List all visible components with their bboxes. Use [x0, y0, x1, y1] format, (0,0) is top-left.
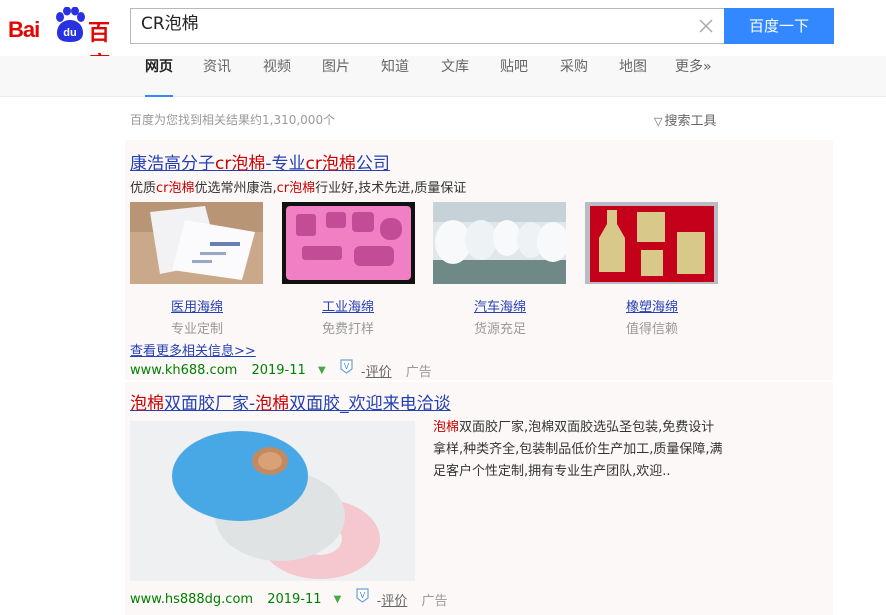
result2-meta: www.hs888dg.com 2019-11 ▼ V - 评价 广告 [130, 588, 448, 609]
thumb-medical-sponge[interactable] [130, 202, 263, 284]
thumb-sub-auto: 货源充足 [473, 322, 526, 337]
desc-text: 双面胶厂家,泡棉双面胶选弘圣包装,免费设计拿样,种类齐全,包装制品低价生产加工,… [433, 420, 723, 479]
tab-tieba[interactable]: 贴吧 [500, 56, 528, 97]
more-info-link[interactable]: 查看更多相关信息>> [130, 340, 256, 359]
rating-link[interactable]: - 评价 [377, 590, 408, 609]
result2-description: 泡棉双面胶厂家,泡棉双面胶选弘圣包装,免费设计拿样,种类齐全,包装制品低价生产加… [433, 417, 723, 483]
result1-title[interactable]: 康浩高分子cr泡棉-专业cr泡棉公司 [130, 149, 390, 174]
desc-text: 行业好,技术先进,质量保证 [315, 181, 467, 196]
title-text: 公司 [355, 154, 390, 174]
result-count: 百度为您找到相关结果约1,310,000个 [130, 113, 336, 127]
result2-title[interactable]: 泡棉双面胶厂家-泡棉双面胶_欢迎来电洽谈 [130, 389, 451, 414]
tab-video[interactable]: 视频 [263, 56, 291, 97]
funnel-icon: ▽ [654, 115, 663, 128]
thumb-label-medical[interactable]: 医用海绵 [152, 296, 242, 315]
thumb-industrial-sponge[interactable] [282, 202, 415, 284]
tab-news[interactable]: 资讯 [203, 56, 231, 97]
title-text: -专业 [265, 154, 306, 174]
result1-meta: www.kh688.com 2019-11 ▼ V - 评价 广告 [130, 359, 432, 380]
result-url[interactable]: www.kh688.com [130, 363, 237, 378]
desc-highlight: cr泡棉 [276, 181, 316, 196]
tab-wenku[interactable]: 文库 [441, 56, 469, 97]
thumb-auto-sponge[interactable] [433, 202, 566, 284]
tab-map[interactable]: 地图 [619, 56, 647, 97]
tab-more[interactable]: 更多» [675, 56, 712, 97]
thumb-sub-medical: 专业定制 [170, 322, 223, 337]
rating-label: 评价 [381, 594, 408, 609]
result1-description: 优质cr泡棉优选常州康浩,cr泡棉行业好,技术先进,质量保证 [130, 177, 466, 196]
title-highlight: 泡棉 [130, 394, 164, 414]
header: Bai du 百度 CR泡棉 百度一下 [0, 0, 886, 78]
dropdown-triangle-icon[interactable]: ▼ [318, 365, 326, 376]
search-box: CR泡棉 [130, 8, 724, 44]
svg-text:V: V [359, 591, 365, 600]
thumb-sub-rubber: 值得信赖 [625, 322, 678, 337]
tab-web[interactable]: 网页 [145, 56, 173, 97]
rating-link[interactable]: - 评价 [361, 361, 392, 380]
thumb-label-auto[interactable]: 汽车海绵 [455, 296, 545, 315]
title-text: 双面胶_欢迎来电洽谈 [289, 394, 451, 414]
tab-caigou[interactable]: 采购 [560, 56, 588, 97]
nav-tabs: 网页 资讯 视频 图片 知道 文库 贴吧 采购 地图 更多» [0, 56, 886, 97]
tab-zhidao[interactable]: 知道 [381, 56, 409, 97]
baidu-logo[interactable]: Bai du 百度 [8, 5, 123, 78]
thumb-label-industrial[interactable]: 工业海绵 [303, 296, 393, 315]
logo-bai-text: Bai [8, 17, 40, 42]
v-certified-icon[interactable]: V [355, 588, 369, 603]
thumb-rubber-sponge[interactable] [585, 202, 718, 284]
clear-icon[interactable] [697, 17, 715, 35]
title-highlight: cr泡棉 [305, 154, 356, 174]
result-date: 2019-11 [251, 363, 306, 378]
search-tools[interactable]: ▽ 搜索工具 [654, 110, 716, 129]
svg-text:V: V [344, 362, 350, 371]
ad-label: 广告 [421, 594, 448, 609]
result-date: 2019-11 [267, 592, 322, 607]
search-button[interactable]: 百度一下 [724, 8, 834, 44]
desc-highlight: cr泡棉 [156, 181, 195, 196]
rating-label: 评价 [365, 365, 392, 380]
ad-label: 广告 [405, 365, 432, 380]
desc-text: 优质 [130, 181, 157, 196]
dropdown-triangle-icon[interactable]: ▼ [334, 594, 342, 605]
tab-images[interactable]: 图片 [322, 56, 350, 97]
result-url[interactable]: www.hs888dg.com [130, 592, 253, 607]
v-certified-icon[interactable]: V [340, 359, 353, 374]
result2-image[interactable] [130, 421, 415, 581]
search-input[interactable]: CR泡棉 [141, 9, 681, 43]
paw-icon: du [56, 7, 85, 42]
title-text: 双面胶厂家- [164, 394, 256, 414]
desc-highlight: 泡棉 [433, 420, 460, 435]
thumb-sub-industrial: 免费打样 [321, 322, 374, 337]
search-tools-label: 搜索工具 [664, 114, 717, 129]
title-highlight: 泡棉 [255, 394, 290, 414]
title-highlight: cr泡棉 [215, 154, 266, 174]
desc-text: 优选常州康浩, [194, 181, 277, 196]
title-text: 康浩高分子 [130, 154, 215, 174]
thumb-label-rubber[interactable]: 橡塑海绵 [607, 296, 697, 315]
logo-du-text: du [63, 27, 76, 39]
